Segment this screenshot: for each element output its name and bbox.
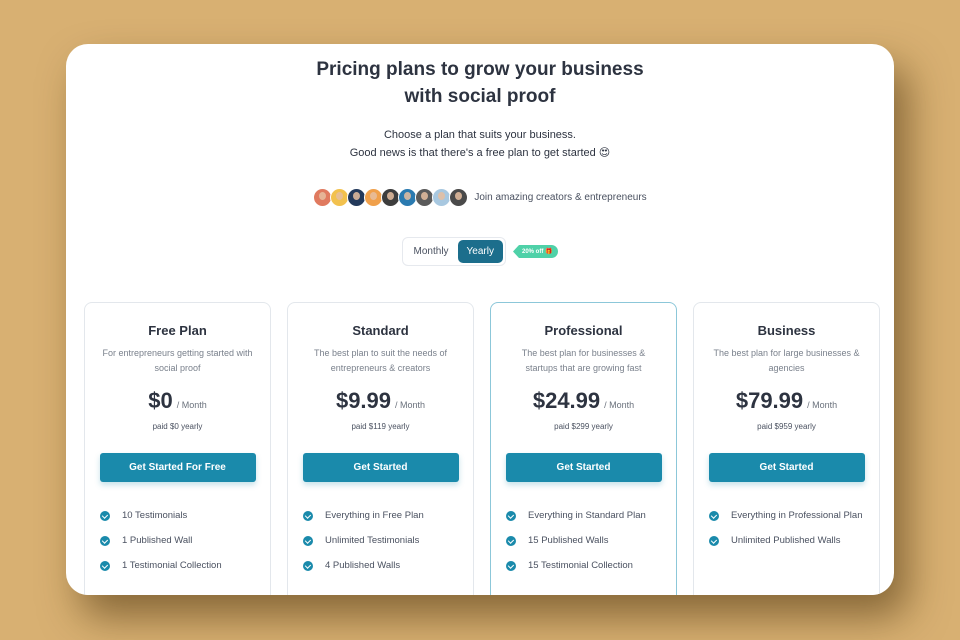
subtitle-line-1: Choose a plan that suits your business. [383,129,576,141]
page-title: Pricing plans to grow your business with… [66,56,894,110]
feature-item: 4 Published Walls [303,558,473,573]
title-line-2: with social proof [404,86,556,107]
check-circle-icon [709,510,719,521]
plan-name: Professional [544,323,623,338]
price-row: $24.99 / Month [491,388,676,414]
price-row: $79.99 / Month [694,388,879,414]
plan-description: The best plan to suit the needs of entre… [313,348,448,373]
check-circle-icon [100,535,110,546]
subtitle-line-2: Good news is that there's a free plan to… [349,147,596,159]
paid-yearly-note: paid $0 yearly [152,422,203,431]
feature-item: Unlimited Published Walls [709,533,879,548]
price-period: / Month [807,400,838,410]
check-circle-icon [506,535,516,546]
feature-text: Unlimited Testimonials [325,535,420,546]
check-circle-icon [506,560,516,571]
get-started-button[interactable]: Get Started For Free [99,453,256,482]
price-period: / Month [176,400,207,410]
plan-name: Free Plan [148,323,207,338]
get-started-button[interactable]: Get Started [708,453,865,482]
feature-item: Everything in Free Plan [303,508,473,523]
billing-toggle: Monthly Yearly [401,237,506,266]
billing-option-monthly[interactable]: Monthly [405,240,458,263]
pricing-page-frame: Pricing plans to grow your business with… [66,44,894,595]
price-period: / Month [395,400,426,410]
feature-item: Unlimited Testimonials [303,533,473,548]
check-circle-icon [506,510,516,521]
paid-yearly-note: paid $959 yearly [757,422,816,431]
check-circle-icon [303,535,313,546]
feature-item: 15 Published Walls [506,533,676,548]
check-circle-icon [100,560,110,571]
feature-text: 10 Testimonials [122,510,188,521]
get-started-button[interactable]: Get Started [302,453,459,482]
page-subtitle: Choose a plan that suits your business. … [66,126,894,162]
paid-yearly-note: paid $299 yearly [554,422,613,431]
plan-card-standard: Standard The best plan to suit the needs… [287,302,474,595]
feature-text: 4 Published Walls [325,560,401,571]
feature-item: 1 Published Wall [100,533,270,548]
check-circle-icon [303,510,313,521]
price-row: $9.99 / Month [288,388,473,414]
feature-item: Everything in Standard Plan [506,508,676,523]
discount-badge: 20% off 🎁 [512,245,559,258]
plan-price: $0 [148,388,173,413]
feature-text: Everything in Professional Plan [731,510,863,521]
plan-name: Business [757,323,816,338]
feature-item: Everything in Professional Plan [709,508,879,523]
feature-text: Everything in Free Plan [325,510,424,521]
price-row: $0 / Month [85,388,270,414]
social-proof-row: Join amazing creators & entrepreneurs [66,188,894,207]
feature-text: 15 Published Walls [528,535,609,546]
plan-description: The best plan for large businesses & age… [713,348,860,373]
plan-price: $79.99 [735,388,804,413]
get-started-button[interactable]: Get Started [505,453,662,482]
feature-list: Everything in Professional Plan Unlimite… [709,508,879,548]
plan-description: The best plan for businesses & startups … [521,348,646,373]
feature-item: 10 Testimonials [100,508,270,523]
plan-card-free-plan: Free Plan For entrepreneurs getting star… [84,302,271,595]
feature-item: 1 Testimonial Collection [100,558,270,573]
billing-toggle-row: Monthly Yearly 20% off 🎁 [66,237,894,266]
feature-list: Everything in Standard Plan 15 Published… [506,508,676,573]
pricing-cards: Free Plan For entrepreneurs getting star… [84,302,880,595]
avatar-group [313,188,469,207]
feature-text: 15 Testimonial Collection [528,560,633,571]
plan-card-business: Business The best plan for large busines… [693,302,880,595]
paid-yearly-note: paid $119 yearly [351,422,410,431]
billing-option-yearly[interactable]: Yearly [457,240,503,263]
heart-eyes-emoji-icon: 😍 [598,147,611,159]
plan-price: $24.99 [532,388,601,413]
price-period: / Month [604,400,635,410]
check-circle-icon [303,560,313,571]
feature-text: 1 Published Wall [122,535,193,546]
check-circle-icon [100,510,110,521]
title-line-1: Pricing plans to grow your business [316,59,644,80]
avatar [449,188,469,207]
feature-list: Everything in Free Plan Unlimited Testim… [303,508,473,573]
social-proof-text: Join amazing creators & entrepreneurs [474,192,647,203]
plan-description: For entrepreneurs getting started with s… [102,348,253,373]
plan-name: Standard [352,323,409,338]
feature-item: 15 Testimonial Collection [506,558,676,573]
check-circle-icon [709,535,719,546]
feature-list: 10 Testimonials 1 Published Wall 1 Testi… [100,508,270,573]
plan-card-professional: Professional The best plan for businesse… [490,302,677,595]
feature-text: 1 Testimonial Collection [122,560,222,571]
feature-text: Everything in Standard Plan [528,510,646,521]
plan-price: $9.99 [335,388,392,413]
feature-text: Unlimited Published Walls [731,535,841,546]
